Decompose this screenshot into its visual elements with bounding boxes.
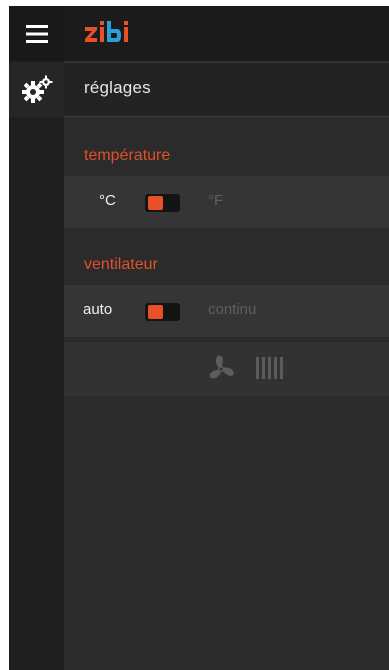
page-title: réglages (84, 78, 151, 97)
app-screen: réglages température °C °F ventilateur a… (9, 6, 389, 670)
fan-speed-bar (268, 357, 271, 379)
temperature-unit-row: °C °F (64, 176, 389, 228)
temperature-section-title: température (84, 147, 171, 164)
zibi-logo-icon (85, 21, 128, 42)
fan-speed-bar (256, 357, 259, 379)
fan-speed-bars[interactable] (256, 357, 283, 379)
hamburger-menu-icon (25, 24, 48, 43)
temperature-unit-toggle[interactable] (145, 194, 180, 212)
toggle-knob (148, 305, 163, 319)
menu-button[interactable] (9, 6, 64, 61)
gears-icon (21, 75, 52, 103)
fan-icon[interactable] (206, 354, 236, 384)
fan-mode-row: auto continu (64, 285, 389, 337)
toggle-knob (148, 196, 163, 210)
fan-speed-bar (280, 357, 283, 379)
fan-continuous-label[interactable]: continu (208, 301, 256, 318)
fan-speed-bar (262, 357, 265, 379)
side-rail (9, 6, 64, 670)
fan-mode-toggle[interactable] (145, 303, 180, 321)
fan-section-title: ventilateur (84, 256, 158, 273)
fan-auto-label[interactable]: auto (83, 301, 112, 318)
app-logo (84, 21, 140, 50)
fan-speed-row (64, 342, 389, 396)
celsius-label[interactable]: °C (99, 192, 116, 209)
fan-speed-bar (274, 357, 277, 379)
page-header: réglages (64, 62, 389, 117)
top-bar (64, 6, 389, 61)
settings-button[interactable] (9, 62, 64, 117)
fahrenheit-label[interactable]: °F (208, 192, 223, 209)
